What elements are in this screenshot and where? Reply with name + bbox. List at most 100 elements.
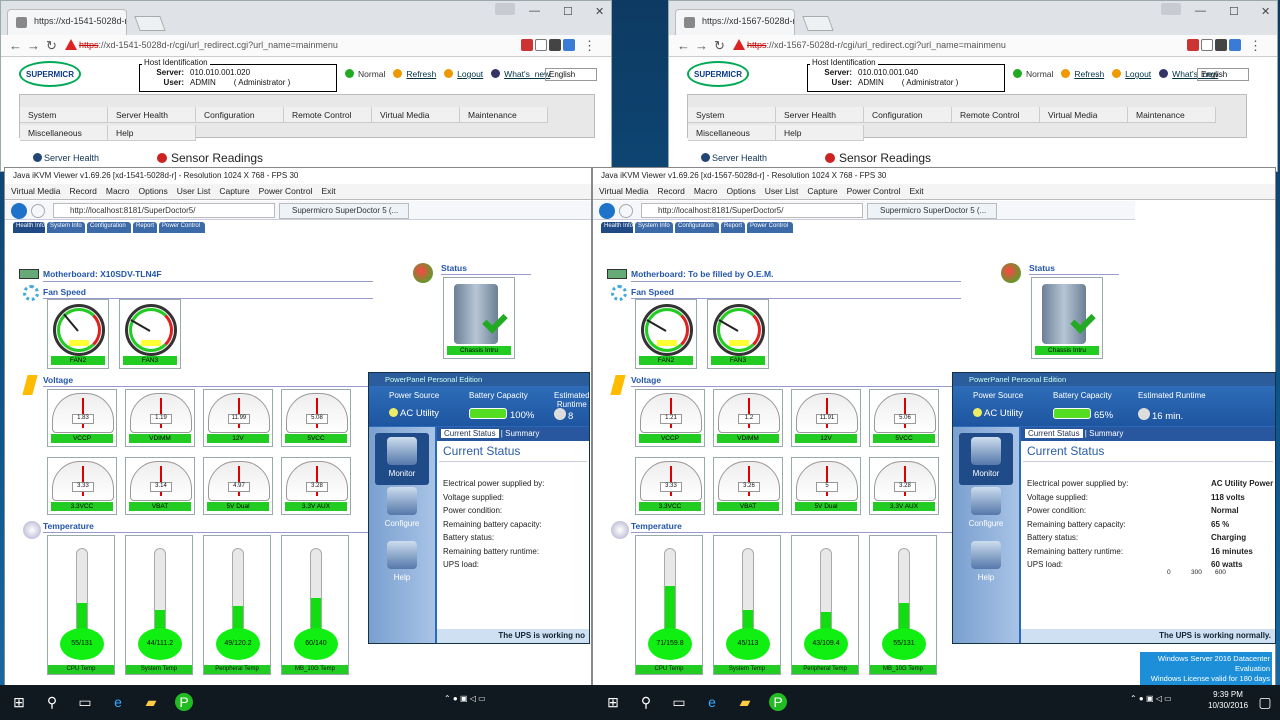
edge-icon[interactable]: e (109, 693, 127, 711)
pp-nav-help[interactable]: Help (959, 541, 1013, 582)
sd-tab-report[interactable]: Report (133, 222, 157, 233)
sd-tab-power-control[interactable]: Power Control (159, 222, 205, 233)
menu-item-system[interactable]: System (20, 107, 108, 123)
star-icon[interactable] (1201, 39, 1213, 51)
normal-link[interactable]: Normal (345, 69, 389, 79)
browser-tab[interactable]: https://xd-1541-5028d-r (7, 9, 127, 35)
ie-forward-icon[interactable] (619, 204, 633, 218)
kvm-menu-capture[interactable]: Capture (219, 186, 249, 196)
extension-icon[interactable] (1215, 39, 1227, 51)
extension-icon[interactable] (563, 39, 575, 51)
language-select[interactable]: English (1197, 68, 1249, 81)
pp-tab-current-status[interactable]: Current Status (1025, 429, 1083, 438)
pp-nav-configure[interactable]: Configure (959, 487, 1013, 528)
clock[interactable]: 9:39 PM 10/30/2016 (1208, 689, 1248, 711)
new-tab-button[interactable] (802, 16, 834, 31)
language-select[interactable]: English (545, 68, 597, 81)
browser-tab[interactable]: https://xd-1567-5028d-r (675, 9, 795, 35)
star-icon[interactable] (535, 39, 547, 51)
sd-tab-configuration[interactable]: Configuration (87, 222, 131, 233)
sd-tab-report[interactable]: Report (721, 222, 745, 233)
menu-item-maintenance[interactable]: Maintenance (460, 107, 548, 123)
extension-icon[interactable] (1229, 39, 1241, 51)
menu-item-virtual-media[interactable]: Virtual Media (372, 107, 460, 123)
back-icon[interactable]: ← (677, 38, 690, 53)
kvm-menu-power-control[interactable]: Power Control (259, 186, 313, 196)
sd-tab-power-control[interactable]: Power Control (747, 222, 793, 233)
minimize-icon[interactable]: — (529, 5, 540, 17)
extension-icon[interactable] (521, 39, 533, 51)
new-tab-button[interactable] (134, 16, 166, 31)
kvm-menu-virtual-media[interactable]: Virtual Media (599, 186, 648, 196)
sd-tab-health-info[interactable]: Health Info (601, 222, 633, 233)
sd-tab-system-info[interactable]: System Info (47, 222, 85, 233)
notification-icon[interactable]: ▢ (1256, 693, 1274, 711)
start-icon[interactable]: ⊞ (604, 693, 622, 711)
menu-item-configuration[interactable]: Configuration (196, 107, 284, 123)
menu-item-help[interactable]: Help (108, 125, 196, 141)
minimize-icon[interactable]: — (1195, 5, 1206, 17)
refresh-link[interactable]: Refresh (1061, 69, 1108, 79)
forward-icon[interactable]: → (695, 38, 708, 53)
menu-item-remote-control[interactable]: Remote Control (952, 107, 1040, 123)
kvm-menu-power-control[interactable]: Power Control (847, 186, 901, 196)
menu-item-server-health[interactable]: Server Health (776, 107, 864, 123)
kvm-menu-options[interactable]: Options (138, 186, 167, 196)
kvm-menu-exit[interactable]: Exit (321, 186, 335, 196)
breadcrumb-server-health[interactable]: Server Health (701, 153, 767, 163)
extension-icon[interactable] (549, 39, 561, 51)
sd-tab-system-info[interactable]: System Info (635, 222, 673, 233)
kvm-menu-macro[interactable]: Macro (694, 186, 718, 196)
forward-icon[interactable]: → (27, 38, 40, 53)
task-view-icon[interactable]: ▭ (76, 693, 94, 711)
kvm-menu-user-list[interactable]: User List (765, 186, 799, 196)
app-icon[interactable]: P (175, 693, 193, 711)
kvm-menu-options[interactable]: Options (726, 186, 755, 196)
pp-tab-summary[interactable]: Summary (1089, 429, 1123, 438)
maximize-icon[interactable]: ☐ (1229, 5, 1239, 18)
ie-tab[interactable]: Supermicro SuperDoctor 5 (... (867, 203, 997, 219)
ie-tab[interactable]: Supermicro SuperDoctor 5 (... (279, 203, 409, 219)
extension-icon[interactable] (1187, 39, 1199, 51)
close-icon[interactable]: ✕ (595, 5, 604, 18)
pp-nav-monitor[interactable]: Monitor (959, 433, 1013, 485)
app-icon[interactable]: P (769, 693, 787, 711)
file-explorer-icon[interactable]: ▰ (142, 693, 160, 711)
kvm-menu-exit[interactable]: Exit (909, 186, 923, 196)
reload-icon[interactable]: ↻ (46, 38, 57, 54)
kvm-menu-record[interactable]: Record (657, 186, 684, 196)
back-icon[interactable]: ← (9, 38, 22, 53)
pp-nav-configure[interactable]: Configure (375, 487, 429, 528)
url-input[interactable]: https://xd-1567-5028d-r/cgi/url_redirect… (733, 38, 1187, 55)
menu-item-configuration[interactable]: Configuration (864, 107, 952, 123)
menu-item-maintenance[interactable]: Maintenance (1128, 107, 1216, 123)
file-explorer-icon[interactable]: ▰ (736, 693, 754, 711)
search-icon[interactable]: ⚲ (637, 693, 655, 711)
menu-item-remote-control[interactable]: Remote Control (284, 107, 372, 123)
ie-forward-icon[interactable] (31, 204, 45, 218)
kvm-menu-user-list[interactable]: User List (177, 186, 211, 196)
close-icon[interactable]: ✕ (1261, 5, 1270, 18)
menu-item-miscellaneous[interactable]: Miscellaneous (20, 125, 108, 141)
logout-link[interactable]: Logout (444, 69, 487, 79)
ie-back-icon[interactable] (11, 203, 27, 219)
url-input[interactable]: https://xd-1541-5028d-r/cgi/url_redirect… (65, 38, 521, 55)
pp-tab-summary[interactable]: Summary (505, 429, 539, 438)
logout-link[interactable]: Logout (1112, 69, 1155, 79)
breadcrumb-server-health[interactable]: Server Health (33, 153, 99, 163)
menu-item-system[interactable]: System (688, 107, 776, 123)
refresh-link[interactable]: Refresh (393, 69, 440, 79)
pp-tab-current-status[interactable]: Current Status (441, 429, 499, 438)
ie-url-input[interactable]: http://localhost:8181/SuperDoctor5/ (641, 203, 863, 218)
menu-item-miscellaneous[interactable]: Miscellaneous (688, 125, 776, 141)
start-icon[interactable]: ⊞ (10, 693, 28, 711)
search-icon[interactable]: ⚲ (43, 693, 61, 711)
menu-item-help[interactable]: Help (776, 125, 864, 141)
ie-url-input[interactable]: http://localhost:8181/SuperDoctor5/ (53, 203, 275, 218)
kvm-menu-virtual-media[interactable]: Virtual Media (11, 186, 60, 196)
pp-nav-help[interactable]: Help (375, 541, 429, 582)
menu-icon[interactable]: ⋮ (1249, 38, 1262, 54)
edge-icon[interactable]: e (703, 693, 721, 711)
user-profile-icon[interactable] (495, 3, 515, 15)
pp-nav-monitor[interactable]: Monitor (375, 433, 429, 485)
